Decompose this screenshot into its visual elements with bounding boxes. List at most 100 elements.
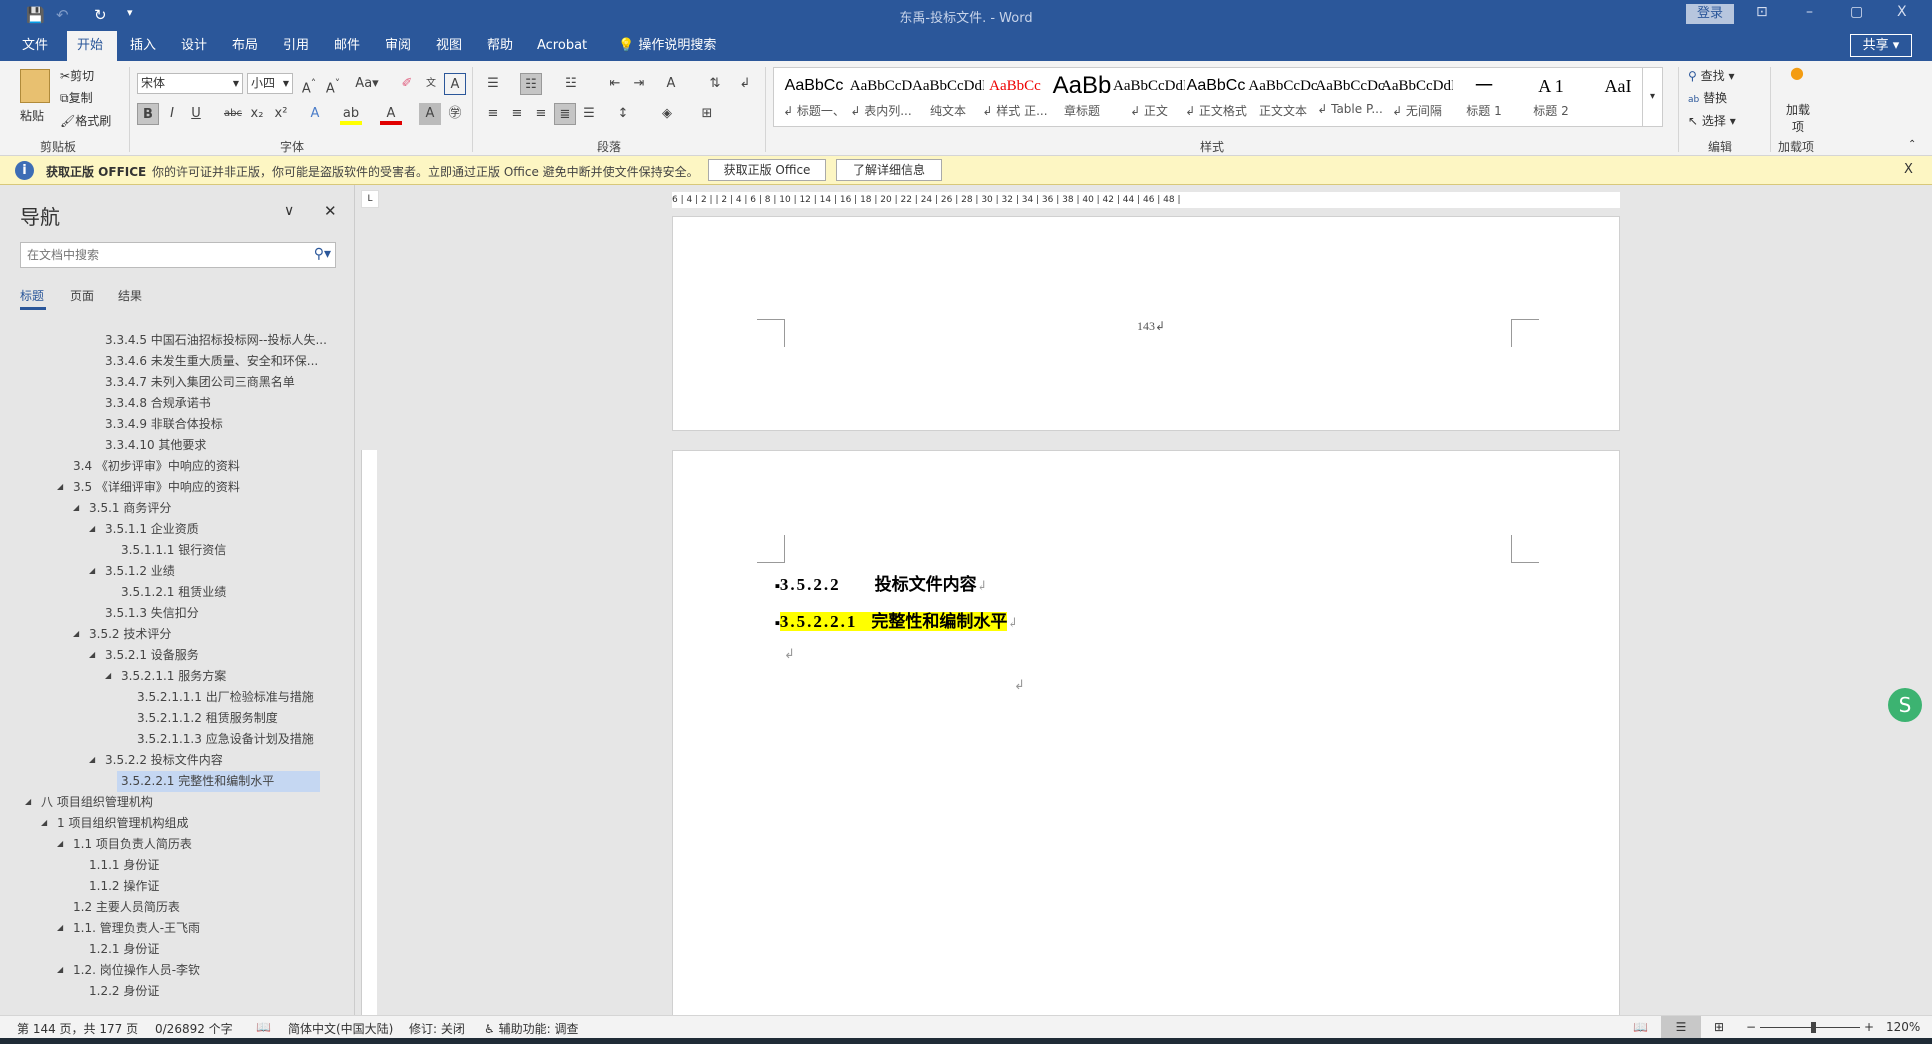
strikethrough-icon[interactable]: abc [222,103,244,125]
nav-heading-item[interactable]: 3.5.2.1.1.2 租赁服务制度 [133,708,278,729]
style-item[interactable]: AaBbCcDc ↲ Table P... [1314,68,1386,126]
justify-icon[interactable]: ≣ [554,103,576,125]
tab-references[interactable]: 引用 [273,31,319,61]
tell-me-search[interactable]: 💡 操作说明搜索 [608,31,726,61]
nav-heading-item[interactable]: 3.5.2.1.1 服务方案 [117,666,226,687]
tab-selector[interactable]: L [361,190,379,208]
nav-heading-item[interactable]: 3.5.2.2.1 完整性和编制水平 [117,771,320,792]
tab-mailings[interactable]: 邮件 [324,31,370,61]
nav-heading-item[interactable]: 3.5.1.1.1 银行资信 [117,540,226,561]
bullets-icon[interactable]: ☰ [482,73,504,95]
shading-icon[interactable]: ◈ [656,103,678,125]
select-button[interactable]: ↖ 选择 ▾ [1688,112,1736,129]
expand-collapse-icon[interactable]: ◢ [89,650,95,659]
align-center-icon[interactable]: ≡ [506,103,528,125]
tab-home[interactable]: 开始 [67,31,117,61]
close-message-icon[interactable]: X [1904,162,1913,177]
share-button[interactable]: 共享 ▾ [1850,34,1912,57]
format-painter-button[interactable]: 🖌格式刷 [60,112,111,129]
paste-button[interactable]: 粘贴 [20,107,44,124]
decrease-indent-icon[interactable]: ⇤ [604,73,626,95]
nav-heading-item[interactable]: 3.5.1.1 企业资质 [101,519,199,540]
underline-icon[interactable]: U [185,103,207,125]
proofing-icon[interactable]: 📖 [256,1020,271,1034]
expand-collapse-icon[interactable]: ◢ [73,629,79,638]
nav-heading-item[interactable]: 3.5.2.2 投标文件内容 [101,750,223,771]
word-count[interactable]: 0/26892 个字 [155,1020,233,1037]
nav-tab-headings[interactable]: 标题 [20,287,44,304]
line-spacing-icon[interactable]: ↕ [612,103,634,125]
style-item[interactable]: AaBbCcD ↲ 表内列... [845,68,917,126]
show-marks-icon[interactable]: ↲ [734,73,756,95]
nav-heading-item[interactable]: 3.5 《详细评审》中响应的资料 [69,477,240,498]
borders-icon[interactable]: ⊞ [696,103,718,125]
tab-help[interactable]: 帮助 [477,31,523,61]
increase-indent-icon[interactable]: ⇥ [628,73,650,95]
nav-heading-item[interactable]: 3.3.4.9 非联合体投标 [101,414,223,435]
tab-acrobat[interactable]: Acrobat [527,31,597,61]
nav-heading-item[interactable]: 3.3.4.8 合规承诺书 [101,393,211,414]
get-genuine-office-button[interactable]: 获取正版 Office [708,159,826,181]
accessibility-status[interactable]: ♿ 辅助功能: 调查 [484,1020,578,1037]
expand-collapse-icon[interactable]: ◢ [73,503,79,512]
numbering-icon[interactable]: ☷ [520,73,542,95]
tab-insert[interactable]: 插入 [120,31,166,61]
nav-heading-item[interactable]: 1.1 项目负责人简历表 [69,834,192,855]
clear-formatting-icon[interactable]: ✐ [396,73,418,95]
zoom-slider-thumb[interactable] [1810,1022,1816,1033]
nav-heading-item[interactable]: 1 项目组织管理机构组成 [53,813,188,834]
tab-review[interactable]: 审阅 [375,31,421,61]
search-icon[interactable]: ⚲▾ [314,246,331,262]
shrink-font-icon[interactable]: A˅ [322,73,344,96]
character-border-icon[interactable]: A [444,73,466,95]
style-item[interactable]: AaBb 章标题 [1046,68,1118,126]
heading-3-5-2-2-1[interactable]: ■3.5.2.2.1 完整性和编制水平↲ [775,607,1018,632]
assistant-floating-icon[interactable]: S [1888,688,1922,722]
expand-collapse-icon[interactable]: ◢ [89,566,95,575]
zoom-out-button[interactable]: − [1746,1020,1756,1034]
close-icon[interactable]: ✕ [324,202,337,220]
nav-heading-item[interactable]: 3.5.2 技术评分 [85,624,171,645]
heading-3-5-2-2[interactable]: ■3.5.2.2 投标文件内容↲ [775,570,988,595]
align-left-icon[interactable]: ≡ [482,103,504,125]
restore-button[interactable]: ▢ [1850,4,1863,20]
expand-collapse-icon[interactable]: ◢ [57,482,63,491]
styles-more-button[interactable]: ▾ [1642,68,1662,126]
style-item[interactable]: AaBbCc ↲ 正文格式 [1180,68,1252,126]
addins-button[interactable]: 加载项 [1786,101,1810,135]
expand-collapse-icon[interactable]: ◢ [89,755,95,764]
text-effects-icon[interactable]: A [304,103,326,125]
expand-collapse-icon[interactable]: ◢ [89,524,95,533]
login-button[interactable]: 登录 [1686,4,1734,24]
italic-icon[interactable]: I [161,103,183,125]
highlight-color-icon[interactable]: ab [340,103,362,125]
font-size-select[interactable]: 小四 ▼ [247,73,293,94]
character-shading-icon[interactable]: A [419,103,441,125]
font-name-select[interactable]: 宋体 ▼ [137,73,243,94]
expand-collapse-icon[interactable]: ◢ [57,923,63,932]
nav-heading-item[interactable]: 3.5.1.3 失信扣分 [101,603,199,624]
nav-heading-item[interactable]: 3.5.1.2 业绩 [101,561,175,582]
expand-collapse-icon[interactable]: ◢ [57,839,63,848]
nav-heading-item[interactable]: 3.4 《初步评审》中响应的资料 [69,456,240,477]
nav-heading-item[interactable]: 3.3.4.6 未发生重大质量、安全和环保... [101,351,318,372]
sort-icon[interactable]: ⇅ [704,73,726,95]
style-item[interactable]: AaBbCcDdI ↲ 无间隔 [1381,68,1453,126]
zoom-in-button[interactable]: + [1864,1020,1874,1034]
nav-heading-item[interactable]: 1.1. 管理负责人-王飞雨 [69,918,200,939]
horizontal-ruler[interactable]: 6 | 4 | 2 | | 2 | 4 | 6 | 8 | 10 | 12 | … [672,192,1620,208]
nav-heading-item[interactable]: 1.1.1 身份证 [85,855,159,876]
chevron-down-icon[interactable]: ∨ [284,203,294,219]
nav-heading-item[interactable]: 3.5.1 商务评分 [85,498,171,519]
nav-heading-item[interactable]: 3.3.4.10 其他要求 [101,435,206,456]
distributed-icon[interactable]: ☰ [578,103,600,125]
grow-font-icon[interactable]: A˄ [298,73,320,96]
align-right-icon[interactable]: ≡ [530,103,552,125]
expand-collapse-icon[interactable]: ◢ [41,818,47,827]
paste-icon[interactable] [20,69,50,103]
phonetic-guide-icon[interactable]: 文 [420,73,442,95]
copy-button[interactable]: ⧉复制 [60,89,93,106]
font-color-icon[interactable]: A [380,103,402,125]
cut-button[interactable]: ✂剪切 [60,67,94,84]
expand-collapse-icon[interactable]: ◢ [57,965,63,974]
